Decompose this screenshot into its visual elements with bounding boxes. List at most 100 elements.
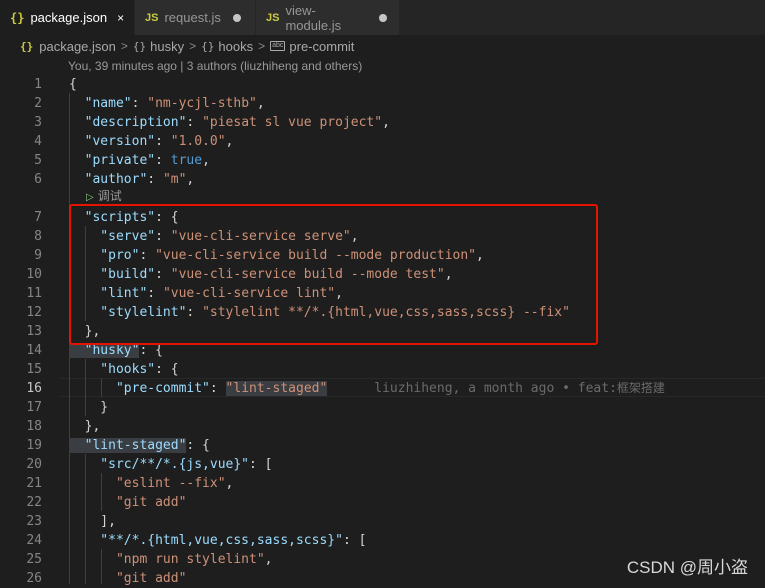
line-number: 4 xyxy=(34,134,42,149)
code-line[interactable]: 1{ xyxy=(0,75,765,94)
json-punctuation: : { xyxy=(155,362,179,377)
json-key: "lint-staged" xyxy=(69,438,187,453)
code-line[interactable]: 6 "author": "m", xyxy=(0,170,765,189)
line-number: 23 xyxy=(26,514,42,529)
code-text: "version": "1.0.0", xyxy=(69,132,234,151)
line-number: 19 xyxy=(26,438,42,453)
json-punctuation: , xyxy=(264,552,273,567)
json-punctuation: }, xyxy=(69,419,101,434)
json-string: "git add" xyxy=(69,495,187,510)
line-number: 3 xyxy=(34,115,42,130)
code-text: "npm run stylelint", xyxy=(69,550,273,569)
line-number: 16 xyxy=(26,381,42,396)
json-string: "lint-staged" xyxy=(225,381,328,396)
json-punctuation: : xyxy=(155,134,171,149)
json-boolean: true xyxy=(170,153,203,168)
json-punctuation: , xyxy=(256,96,265,111)
line-number: 8 xyxy=(34,229,42,244)
codelens-debug[interactable]: ▷ 调试 xyxy=(86,188,122,204)
code-line[interactable]: 22 "git add" xyxy=(0,493,765,512)
json-punctuation: , xyxy=(225,134,234,149)
json-key: "name" xyxy=(69,96,132,111)
play-icon: ▷ xyxy=(86,192,94,203)
json-punctuation: : xyxy=(155,153,171,168)
code-text: "hooks": { xyxy=(69,360,179,379)
line-number: 14 xyxy=(26,343,42,358)
line-number: 22 xyxy=(26,495,42,510)
code-text: }, xyxy=(69,417,101,436)
json-punctuation: ], xyxy=(69,514,116,529)
code-line[interactable]: 5 "private": true, xyxy=(0,151,765,170)
line-number: 9 xyxy=(34,248,42,263)
json-key: "**/*.{html,vue,css,sass,scss}" xyxy=(69,533,343,548)
json-punctuation: : { xyxy=(139,343,163,358)
code-text: ], xyxy=(69,512,116,531)
json-punctuation: , xyxy=(186,172,195,187)
code-text: "pre-commit": "lint-staged" liuzhiheng, … xyxy=(69,379,665,398)
json-punctuation: , xyxy=(225,476,234,491)
json-key: "pre-commit" xyxy=(69,381,210,396)
json-punctuation: } xyxy=(69,400,109,415)
watermark: CSDN @周小盗 xyxy=(626,558,748,577)
json-punctuation: , xyxy=(202,153,210,168)
line-number: 7 xyxy=(34,210,42,225)
json-string: "nm-ycjl-sthb" xyxy=(147,96,257,111)
json-punctuation: : [ xyxy=(342,533,367,548)
code-text: "author": "m", xyxy=(69,170,195,189)
json-punctuation: : xyxy=(147,172,163,187)
inline-git-blame: liuzhiheng, a month ago • feat:框架搭建 xyxy=(327,381,665,396)
highlight-annotation-box xyxy=(69,204,598,345)
json-punctuation: : xyxy=(186,115,203,130)
line-number: 15 xyxy=(26,362,42,377)
code-text: "lint-staged": { xyxy=(69,436,210,455)
line-number: 24 xyxy=(26,533,42,548)
json-string: "m" xyxy=(162,172,187,187)
blame-message: 框架搭建 xyxy=(616,381,665,395)
line-number: 17 xyxy=(26,400,42,415)
json-punctuation: { xyxy=(69,77,77,92)
code-line[interactable]: 16 "pre-commit": "lint-staged" liuzhihen… xyxy=(0,379,765,398)
json-key: "src/**/*.{js,vue}" xyxy=(69,457,250,472)
json-punctuation: : xyxy=(209,381,226,396)
line-number: 18 xyxy=(26,419,42,434)
json-key: "author" xyxy=(69,172,148,187)
code-text: "name": "nm-ycjl-sthb", xyxy=(69,94,265,113)
code-line[interactable]: 17 } xyxy=(0,398,765,417)
json-punctuation: , xyxy=(382,115,390,130)
line-number: 13 xyxy=(26,324,42,339)
json-punctuation: : [ xyxy=(249,457,273,472)
debug-label: 调试 xyxy=(97,189,122,203)
blame-text: liuzhiheng, a month ago • feat: xyxy=(374,381,617,396)
codelens-blame[interactable]: You, 39 minutes ago | 3 authors (liuzhih… xyxy=(68,58,362,74)
json-string: "npm run stylelint" xyxy=(69,552,265,567)
json-string: "eslint --fix" xyxy=(69,476,226,491)
line-number: 26 xyxy=(26,571,42,586)
code-line[interactable]: 20 "src/**/*.{js,vue}": [ xyxy=(0,455,765,474)
code-line[interactable]: 21 "eslint --fix", xyxy=(0,474,765,493)
code-line[interactable]: 2 "name": "nm-ycjl-sthb", xyxy=(0,94,765,113)
json-key: "private" xyxy=(69,153,156,168)
line-number: 21 xyxy=(26,476,42,491)
line-number: 12 xyxy=(26,305,42,320)
json-key: "hooks" xyxy=(69,362,156,377)
code-line[interactable]: 24 "**/*.{html,vue,css,sass,scss}": [ xyxy=(0,531,765,550)
code-text: "description": "piesat sl vue project", xyxy=(69,113,390,132)
code-text: "**/*.{html,vue,css,sass,scss}": [ xyxy=(69,531,366,550)
code-line[interactable]: 3 "description": "piesat sl vue project"… xyxy=(0,113,765,132)
code-text: "eslint --fix", xyxy=(69,474,233,493)
code-line[interactable]: 19 "lint-staged": { xyxy=(0,436,765,455)
code-text: "git add" xyxy=(69,493,186,512)
code-line[interactable]: 4 "version": "1.0.0", xyxy=(0,132,765,151)
line-number: 5 xyxy=(34,153,42,168)
code-line[interactable]: 18 }, xyxy=(0,417,765,436)
line-number: 11 xyxy=(26,286,42,301)
json-punctuation: : { xyxy=(186,438,210,453)
line-number: 20 xyxy=(26,457,42,472)
line-number: 2 xyxy=(34,96,42,111)
code-line[interactable]: 23 ], xyxy=(0,512,765,531)
code-text: } xyxy=(69,398,108,417)
json-string: "piesat sl vue project" xyxy=(202,115,383,130)
code-line[interactable]: 15 "hooks": { xyxy=(0,360,765,379)
json-key: "husky" xyxy=(69,343,140,358)
json-string: "1.0.0" xyxy=(170,134,226,149)
